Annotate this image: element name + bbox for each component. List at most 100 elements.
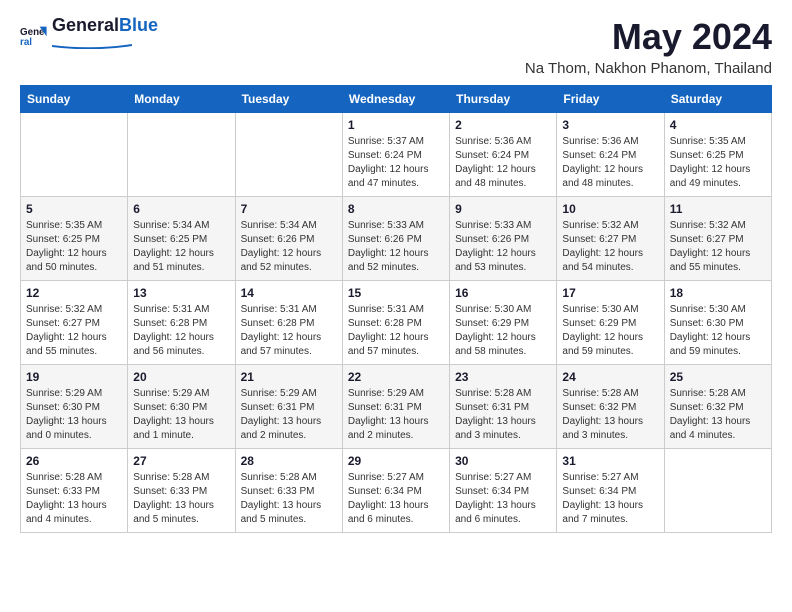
calendar-cell: 18 Sunrise: 5:30 AM Sunset: 6:30 PM Dayl… <box>664 281 771 365</box>
day-daylight: Daylight: 12 hours and 59 minutes. <box>562 332 643 357</box>
calendar-cell: 2 Sunrise: 5:36 AM Sunset: 6:24 PM Dayli… <box>450 113 557 197</box>
calendar-cell <box>235 113 342 197</box>
day-sunset: Sunset: 6:29 PM <box>562 318 636 329</box>
day-number: 10 <box>562 202 658 216</box>
day-number: 30 <box>455 454 551 468</box>
day-sunset: Sunset: 6:28 PM <box>133 318 207 329</box>
day-number: 21 <box>241 370 337 384</box>
logo-icon: Gene ral <box>20 21 48 49</box>
day-daylight: Daylight: 12 hours and 59 minutes. <box>670 332 751 357</box>
day-sunrise: Sunrise: 5:37 AM <box>348 136 424 147</box>
day-sunset: Sunset: 6:27 PM <box>670 234 744 245</box>
day-number: 13 <box>133 286 229 300</box>
calendar-cell: 21 Sunrise: 5:29 AM Sunset: 6:31 PM Dayl… <box>235 365 342 449</box>
col-monday: Monday <box>128 86 235 113</box>
calendar-cell: 9 Sunrise: 5:33 AM Sunset: 6:26 PM Dayli… <box>450 197 557 281</box>
calendar-cell: 25 Sunrise: 5:28 AM Sunset: 6:32 PM Dayl… <box>664 365 771 449</box>
day-sunset: Sunset: 6:25 PM <box>26 234 100 245</box>
day-daylight: Daylight: 12 hours and 53 minutes. <box>455 248 536 273</box>
calendar-week-4: 19 Sunrise: 5:29 AM Sunset: 6:30 PM Dayl… <box>21 365 772 449</box>
logo-text: GeneralBlue <box>52 16 158 54</box>
day-number: 7 <box>241 202 337 216</box>
day-daylight: Daylight: 12 hours and 49 minutes. <box>670 164 751 189</box>
day-sunrise: Sunrise: 5:36 AM <box>455 136 531 147</box>
day-sunrise: Sunrise: 5:32 AM <box>670 220 746 231</box>
calendar-week-2: 5 Sunrise: 5:35 AM Sunset: 6:25 PM Dayli… <box>21 197 772 281</box>
day-sunrise: Sunrise: 5:30 AM <box>455 304 531 315</box>
day-number: 15 <box>348 286 444 300</box>
day-daylight: Daylight: 12 hours and 50 minutes. <box>26 248 107 273</box>
day-sunrise: Sunrise: 5:31 AM <box>348 304 424 315</box>
day-daylight: Daylight: 13 hours and 6 minutes. <box>455 500 536 525</box>
day-sunrise: Sunrise: 5:35 AM <box>670 136 746 147</box>
day-sunrise: Sunrise: 5:32 AM <box>26 304 102 315</box>
day-number: 17 <box>562 286 658 300</box>
calendar-cell: 17 Sunrise: 5:30 AM Sunset: 6:29 PM Dayl… <box>557 281 664 365</box>
day-sunset: Sunset: 6:30 PM <box>133 402 207 413</box>
day-number: 29 <box>348 454 444 468</box>
day-sunrise: Sunrise: 5:29 AM <box>241 388 317 399</box>
calendar-week-5: 26 Sunrise: 5:28 AM Sunset: 6:33 PM Dayl… <box>21 449 772 533</box>
day-number: 9 <box>455 202 551 216</box>
day-sunrise: Sunrise: 5:31 AM <box>241 304 317 315</box>
col-friday: Friday <box>557 86 664 113</box>
calendar-cell: 28 Sunrise: 5:28 AM Sunset: 6:33 PM Dayl… <box>235 449 342 533</box>
calendar-cell: 10 Sunrise: 5:32 AM Sunset: 6:27 PM Dayl… <box>557 197 664 281</box>
day-daylight: Daylight: 12 hours and 52 minutes. <box>241 248 322 273</box>
day-daylight: Daylight: 12 hours and 48 minutes. <box>455 164 536 189</box>
calendar-table: Sunday Monday Tuesday Wednesday Thursday… <box>20 85 772 533</box>
day-sunset: Sunset: 6:29 PM <box>455 318 529 329</box>
day-daylight: Daylight: 12 hours and 55 minutes. <box>670 248 751 273</box>
calendar-subtitle: Na Thom, Nakhon Phanom, Thailand <box>525 60 772 77</box>
day-daylight: Daylight: 13 hours and 3 minutes. <box>562 416 643 441</box>
day-sunset: Sunset: 6:30 PM <box>670 318 744 329</box>
day-sunrise: Sunrise: 5:27 AM <box>562 472 638 483</box>
day-number: 2 <box>455 118 551 132</box>
calendar-cell: 23 Sunrise: 5:28 AM Sunset: 6:31 PM Dayl… <box>450 365 557 449</box>
day-number: 5 <box>26 202 122 216</box>
day-sunrise: Sunrise: 5:32 AM <box>562 220 638 231</box>
calendar-cell: 4 Sunrise: 5:35 AM Sunset: 6:25 PM Dayli… <box>664 113 771 197</box>
calendar-cell: 8 Sunrise: 5:33 AM Sunset: 6:26 PM Dayli… <box>342 197 449 281</box>
calendar-cell: 3 Sunrise: 5:36 AM Sunset: 6:24 PM Dayli… <box>557 113 664 197</box>
day-number: 19 <box>26 370 122 384</box>
day-daylight: Daylight: 13 hours and 3 minutes. <box>455 416 536 441</box>
day-number: 28 <box>241 454 337 468</box>
day-sunset: Sunset: 6:31 PM <box>455 402 529 413</box>
calendar-cell: 20 Sunrise: 5:29 AM Sunset: 6:30 PM Dayl… <box>128 365 235 449</box>
day-number: 6 <box>133 202 229 216</box>
header-row: Sunday Monday Tuesday Wednesday Thursday… <box>21 86 772 113</box>
calendar-cell: 19 Sunrise: 5:29 AM Sunset: 6:30 PM Dayl… <box>21 365 128 449</box>
day-sunrise: Sunrise: 5:28 AM <box>133 472 209 483</box>
day-sunset: Sunset: 6:30 PM <box>26 402 100 413</box>
day-sunset: Sunset: 6:33 PM <box>133 486 207 497</box>
day-number: 4 <box>670 118 766 132</box>
day-number: 12 <box>26 286 122 300</box>
day-daylight: Daylight: 13 hours and 4 minutes. <box>26 500 107 525</box>
day-sunset: Sunset: 6:24 PM <box>455 150 529 161</box>
day-number: 26 <box>26 454 122 468</box>
calendar-cell: 22 Sunrise: 5:29 AM Sunset: 6:31 PM Dayl… <box>342 365 449 449</box>
day-sunset: Sunset: 6:31 PM <box>348 402 422 413</box>
day-sunset: Sunset: 6:33 PM <box>241 486 315 497</box>
day-sunrise: Sunrise: 5:29 AM <box>26 388 102 399</box>
calendar-cell: 30 Sunrise: 5:27 AM Sunset: 6:34 PM Dayl… <box>450 449 557 533</box>
calendar-cell <box>664 449 771 533</box>
day-sunrise: Sunrise: 5:28 AM <box>241 472 317 483</box>
day-daylight: Daylight: 13 hours and 1 minute. <box>133 416 214 441</box>
day-number: 31 <box>562 454 658 468</box>
calendar-title: May 2024 <box>525 16 772 58</box>
day-number: 16 <box>455 286 551 300</box>
day-sunrise: Sunrise: 5:35 AM <box>26 220 102 231</box>
day-sunrise: Sunrise: 5:30 AM <box>562 304 638 315</box>
day-sunset: Sunset: 6:34 PM <box>348 486 422 497</box>
day-sunrise: Sunrise: 5:29 AM <box>348 388 424 399</box>
col-wednesday: Wednesday <box>342 86 449 113</box>
day-sunrise: Sunrise: 5:33 AM <box>348 220 424 231</box>
col-tuesday: Tuesday <box>235 86 342 113</box>
calendar-cell: 1 Sunrise: 5:37 AM Sunset: 6:24 PM Dayli… <box>342 113 449 197</box>
day-sunset: Sunset: 6:25 PM <box>670 150 744 161</box>
day-sunset: Sunset: 6:33 PM <box>26 486 100 497</box>
day-daylight: Daylight: 12 hours and 48 minutes. <box>562 164 643 189</box>
day-sunrise: Sunrise: 5:28 AM <box>455 388 531 399</box>
